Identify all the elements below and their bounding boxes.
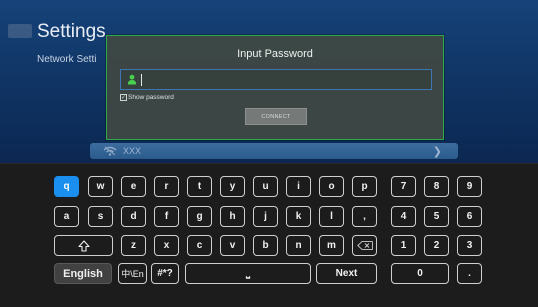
space-key[interactable]: ⎵ xyxy=(185,263,311,284)
chevron-right-icon: ❯ xyxy=(432,146,442,158)
show-password-checkbox[interactable]: ✓ Show password xyxy=(120,94,174,101)
key-t[interactable]: t xyxy=(187,176,212,197)
dialog-title: Input Password xyxy=(237,48,313,60)
key-l[interactable]: l xyxy=(319,206,344,227)
key-4[interactable]: 4 xyxy=(391,206,416,227)
network-list-item[interactable]: XXX ❯ xyxy=(90,143,458,159)
key-u[interactable]: u xyxy=(253,176,278,197)
key-m[interactable]: m xyxy=(319,235,344,256)
symbols-key[interactable]: #*? xyxy=(151,263,179,284)
show-password-label: Show password xyxy=(128,94,174,101)
key-e[interactable]: e xyxy=(121,176,146,197)
connect-button[interactable]: CONNECT xyxy=(245,108,307,125)
wifi-icon xyxy=(103,146,117,156)
user-icon xyxy=(127,74,137,85)
settings-logo xyxy=(8,24,32,38)
language-key[interactable]: English xyxy=(54,263,112,284)
backspace-key[interactable] xyxy=(352,235,377,256)
key-8[interactable]: 8 xyxy=(424,176,449,197)
key-y[interactable]: y xyxy=(220,176,245,197)
key-comma[interactable]: , xyxy=(352,206,377,227)
key-n[interactable]: n xyxy=(286,235,311,256)
key-k[interactable]: k xyxy=(286,206,311,227)
network-settings-label: Network Setti xyxy=(37,54,97,65)
key-s[interactable]: s xyxy=(88,206,113,227)
key-w[interactable]: w xyxy=(88,176,113,197)
shift-key[interactable] xyxy=(54,235,113,256)
key-b[interactable]: b xyxy=(253,235,278,256)
key-o[interactable]: o xyxy=(319,176,344,197)
key-r[interactable]: r xyxy=(154,176,179,197)
key-v[interactable]: v xyxy=(220,235,245,256)
key-3[interactable]: 3 xyxy=(457,235,482,256)
key-d[interactable]: d xyxy=(121,206,146,227)
key-2[interactable]: 2 xyxy=(424,235,449,256)
password-dialog: Input Password ✓ Show password CONNECT xyxy=(106,35,444,140)
key-1[interactable]: 1 xyxy=(391,235,416,256)
text-cursor xyxy=(141,74,142,86)
key-z[interactable]: z xyxy=(121,235,146,256)
input-mode-toggle-key[interactable]: 中\En xyxy=(118,263,147,284)
key-p[interactable]: p xyxy=(352,176,377,197)
shift-icon xyxy=(77,239,90,252)
onscreen-keyboard: q w e r t y u i o p a s d f g h j k l , … xyxy=(0,163,538,307)
key-0[interactable]: 0 xyxy=(391,263,449,284)
key-9[interactable]: 9 xyxy=(457,176,482,197)
page-title: Settings xyxy=(37,21,106,42)
next-key[interactable]: Next xyxy=(316,263,377,284)
key-6[interactable]: 6 xyxy=(457,206,482,227)
key-q[interactable]: q xyxy=(54,176,79,197)
key-f[interactable]: f xyxy=(154,206,179,227)
key-7[interactable]: 7 xyxy=(391,176,416,197)
key-h[interactable]: h xyxy=(220,206,245,227)
password-input[interactable] xyxy=(120,69,432,90)
key-5[interactable]: 5 xyxy=(424,206,449,227)
key-i[interactable]: i xyxy=(286,176,311,197)
checkbox-checked-icon: ✓ xyxy=(120,94,127,101)
key-g[interactable]: g xyxy=(187,206,212,227)
key-x[interactable]: x xyxy=(154,235,179,256)
key-c[interactable]: c xyxy=(187,235,212,256)
backspace-icon xyxy=(356,241,373,250)
key-period[interactable]: . xyxy=(457,263,482,284)
network-ssid: XXX xyxy=(123,146,142,156)
key-a[interactable]: a xyxy=(54,206,79,227)
key-j[interactable]: j xyxy=(253,206,278,227)
